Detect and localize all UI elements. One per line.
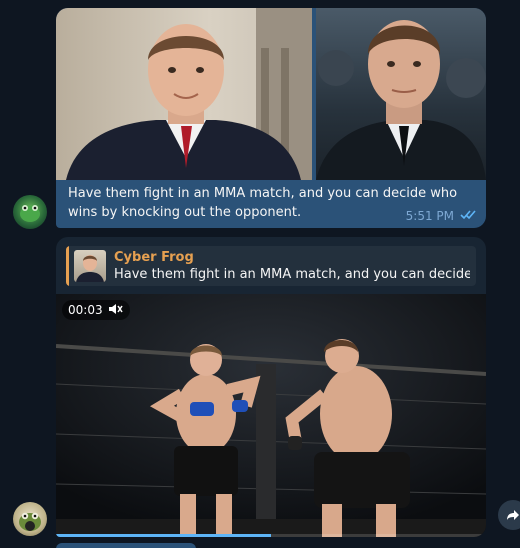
reply-quoted-text: Have them fight in an MMA match, and you…: [114, 267, 470, 282]
message-meta: 5:51 PM: [406, 209, 476, 223]
video-player[interactable]: 00:03: [56, 294, 486, 537]
video-progress-fill: [56, 534, 271, 537]
reply-thumbnail: [74, 250, 106, 282]
sender-avatar[interactable]: [13, 195, 47, 229]
muted-speaker-icon[interactable]: [108, 303, 124, 318]
reply-sender-name: Cyber Frog: [114, 250, 194, 265]
photo-man-in-suit-red-tie[interactable]: [56, 8, 312, 180]
share-button[interactable]: [498, 500, 520, 530]
video-overlay: 00:03: [62, 300, 130, 320]
outgoing-photo-message[interactable]: Have them fight in an MMA match, and you…: [56, 8, 486, 228]
next-message-bubble: [56, 543, 196, 548]
message-time: 5:51 PM: [405, 209, 454, 223]
reply-preview[interactable]: Cyber Frog Have them fight in an MMA mat…: [66, 246, 476, 286]
reply-accent-bar: [66, 246, 69, 286]
video-progress-bar[interactable]: [56, 534, 486, 537]
reply-video-message[interactable]: Cyber Frog Have them fight in an MMA mat…: [56, 237, 486, 537]
chat-history: Have them fight in an MMA match, and you…: [0, 0, 520, 548]
video-timestamp: 00:03: [68, 303, 103, 317]
share-arrow-icon: [506, 506, 520, 525]
photo-man-in-suit-black-tie[interactable]: [316, 8, 486, 180]
double-check-icon: [460, 209, 476, 223]
sender-avatar-2[interactable]: [13, 502, 47, 536]
